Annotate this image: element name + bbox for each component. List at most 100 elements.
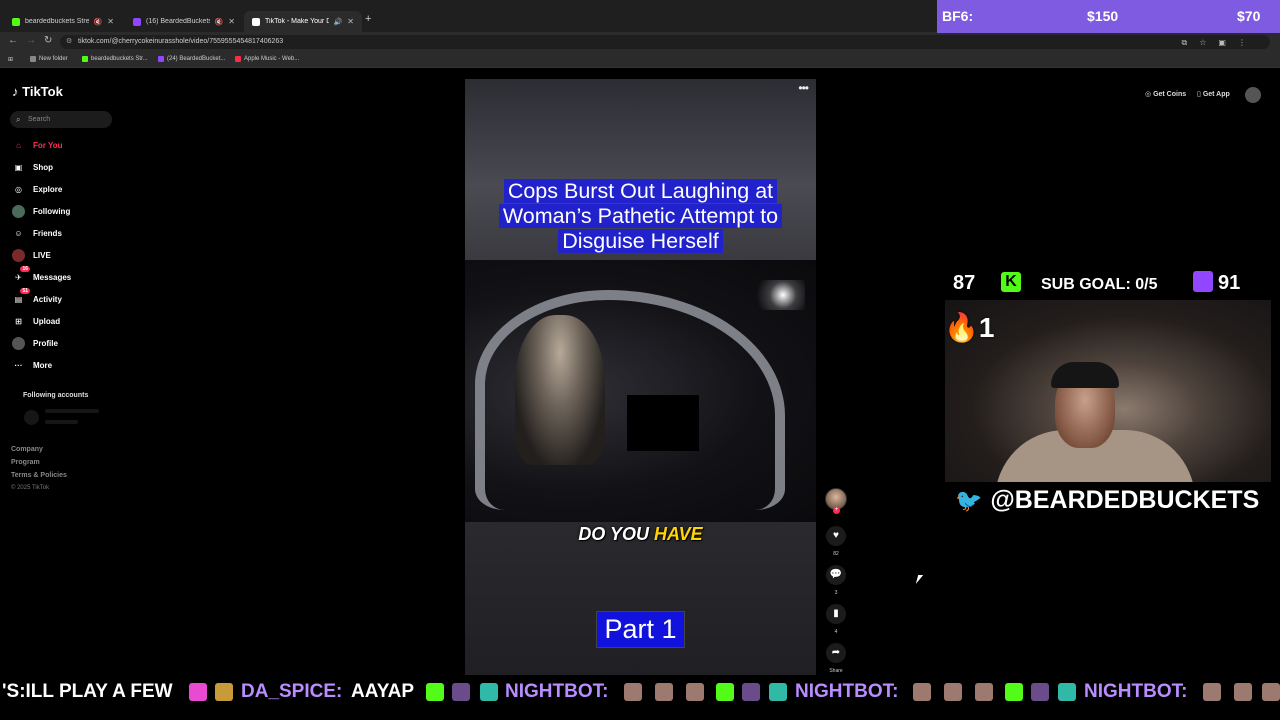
hat-emote-icon <box>452 683 470 701</box>
footer-link-program[interactable]: Program <box>11 459 40 466</box>
kick-follower-count: 87 <box>953 272 976 294</box>
new-tab-button[interactable]: + <box>365 13 371 25</box>
twitter-bird-icon: 🐦 <box>955 487 983 513</box>
sub-goal-bar: 87 K SUB GOAL: 0/5 91 <box>945 268 1275 298</box>
tab-tiktok[interactable]: TikTok - Make Your Day 🔊 ✕ <box>244 11 362 32</box>
close-tab-icon[interactable]: ✕ <box>228 17 235 26</box>
url-field[interactable]: ⚙ tiktok.com/@cherrycokeinurasshole/vide… <box>60 35 1270 49</box>
ticker-message: AAYAP <box>351 681 415 702</box>
sidebar-item-more[interactable]: ··· More <box>12 357 53 373</box>
video-frame <box>465 260 816 522</box>
speaker-mute-icon[interactable]: 🔇 <box>215 18 224 26</box>
ticker-username: NIGHTBOT: <box>795 681 899 702</box>
share-button[interactable]: ➦ <box>826 643 846 663</box>
bookmark-count: 4 <box>834 629 838 635</box>
kick-logo-icon: K <box>1001 272 1021 292</box>
streamer-beanie <box>1051 362 1119 388</box>
apps-grid-icon[interactable]: ⊞ <box>8 56 13 63</box>
get-app-button[interactable]: ▯ Get App <box>1197 88 1230 102</box>
sword-badge-icon <box>716 683 734 701</box>
chat-ticker: 'S:ILL PLAY A FEW DA_SPICE: AAYAP NIGHTB… <box>0 676 1280 708</box>
ticker-username: NIGHTBOT: <box>1084 681 1188 702</box>
sidebar-item-activity[interactable]: ▤ 51 Activity <box>12 287 62 307</box>
tab-twitch[interactable]: (16) BeardedBuckets - Twitch 🔇 ✕ <box>125 11 243 32</box>
sidebar-item-shop[interactable]: ▣ Shop <box>12 159 53 175</box>
follow-plus-icon[interactable]: + <box>833 507 840 514</box>
sidebar-item-profile[interactable]: Profile <box>12 335 58 351</box>
sidebar-item-label: Following <box>33 206 71 216</box>
sidebar-item-following[interactable]: Following <box>12 203 70 219</box>
comment-button[interactable]: 💬 <box>826 565 846 585</box>
user-avatar[interactable] <box>1245 87 1261 103</box>
fire-count: 1 <box>978 312 995 343</box>
speaker-mute-icon[interactable]: 🔇 <box>94 18 103 26</box>
face-emote-icon <box>944 683 962 701</box>
bookmark-new-folder[interactable]: New folder <box>30 56 68 62</box>
sidebar-item-label: For You <box>33 140 63 150</box>
home-icon: ⌂ <box>16 140 21 150</box>
street-lights <box>695 280 805 310</box>
tiktok-logo[interactable]: ♪ TikTok <box>12 84 63 99</box>
social-handle-text: @BEARDEDBUCKETS <box>990 486 1260 514</box>
bookmark-label: beardedbuckets Str... <box>91 56 148 62</box>
tab-title: beardedbuckets Stream - Vi <box>25 18 89 25</box>
tab-kick[interactable]: beardedbuckets Stream - Vi 🔇 ✕ <box>4 11 122 32</box>
footer-link-company[interactable]: Company <box>11 446 43 453</box>
toolbar-icons[interactable]: ⧉☆▣⋮ <box>1182 36 1258 50</box>
footer-link-terms[interactable]: Terms & Policies <box>11 472 67 479</box>
close-tab-icon[interactable]: ✕ <box>347 17 354 26</box>
face-emote-icon <box>1262 683 1280 701</box>
messages-badge: 16 <box>20 265 30 272</box>
loading-skeleton-line <box>45 409 99 413</box>
like-button[interactable]: ♥ <box>826 526 846 546</box>
sidebar-item-label: Shop <box>33 162 53 172</box>
sidebar-item-upload[interactable]: ⊞ Upload <box>12 313 60 329</box>
speaker-icon[interactable]: 🔊 <box>334 18 343 26</box>
creator-avatar[interactable]: + <box>825 488 847 514</box>
tab-title: TikTok - Make Your Day <box>265 18 329 25</box>
profile-avatar-icon <box>12 336 25 350</box>
bookmark-button[interactable]: ▮ <box>826 604 846 624</box>
sidebar-item-for-you[interactable]: ⌂ For You <box>12 137 62 153</box>
video-player[interactable]: ••• Cops Burst Out Laughing at Woman’s P… <box>465 79 816 675</box>
sidebar-item-label: More <box>33 360 53 370</box>
tab-title: (16) BeardedBuckets - Twitch <box>146 18 210 25</box>
close-tab-icon[interactable]: ✕ <box>107 17 114 26</box>
heart-emote-icon <box>189 683 207 701</box>
face-emote-icon <box>624 683 642 701</box>
comment-count: 3 <box>834 590 838 596</box>
search-input[interactable]: ⌕ Search <box>10 111 112 128</box>
face-emote-icon <box>975 683 993 701</box>
hat-emote-icon <box>1031 683 1049 701</box>
twitch-follower-count: 91 <box>1218 272 1241 294</box>
forward-icon[interactable]: → <box>26 35 36 46</box>
sidebar-item-friends[interactable]: ☺ Friends <box>12 225 62 241</box>
bookmark-apple-music[interactable]: Apple Music - Web... <box>235 56 299 62</box>
sidebar-item-messages[interactable]: ✈ 16 Messages <box>12 265 71 285</box>
ticker-message: 'S:ILL PLAY A FEW <box>2 681 173 702</box>
folder-icon <box>30 56 36 62</box>
bookmark-label: (24) BeardedBucket... <box>167 56 226 62</box>
sidebar-item-live[interactable]: LIVE <box>12 247 51 263</box>
bf6-amount-current: $70 <box>1237 8 1261 24</box>
back-icon[interactable]: ← <box>8 35 18 46</box>
social-handle: 🐦 @BEARDEDBUCKETS <box>955 486 1259 515</box>
face-emote-icon <box>686 683 704 701</box>
bf6-donation-banner: BF6: $150 $70 <box>937 0 1280 33</box>
bookmark-kick[interactable]: beardedbuckets Str... <box>82 56 148 62</box>
video-headline: Cops Burst Out Laughing at Woman’s Pathe… <box>473 179 808 254</box>
live-avatar-icon <box>12 248 25 262</box>
bookmark-twitch[interactable]: (24) BeardedBucket... <box>158 56 225 62</box>
shop-icon: ▣ <box>14 162 23 172</box>
ticker-username: DA_SPICE: <box>241 681 343 702</box>
fire-icon: 🔥 <box>944 312 979 343</box>
sub-goal-label: SUB GOAL: 0/5 <box>1041 276 1158 293</box>
url-text: tiktok.com/@cherrycokeinurasshole/video/… <box>78 38 284 45</box>
get-coins-button[interactable]: ◎ Get Coins <box>1145 88 1186 102</box>
reload-icon[interactable]: ↻ <box>44 35 52 46</box>
more-options-icon[interactable]: ••• <box>798 81 809 95</box>
sidebar-item-explore[interactable]: ◎ Explore <box>12 181 62 197</box>
twitch-logo-icon <box>1193 271 1213 292</box>
site-info-icon[interactable]: ⚙ <box>66 35 72 49</box>
search-icon: ⌕ <box>16 115 21 124</box>
